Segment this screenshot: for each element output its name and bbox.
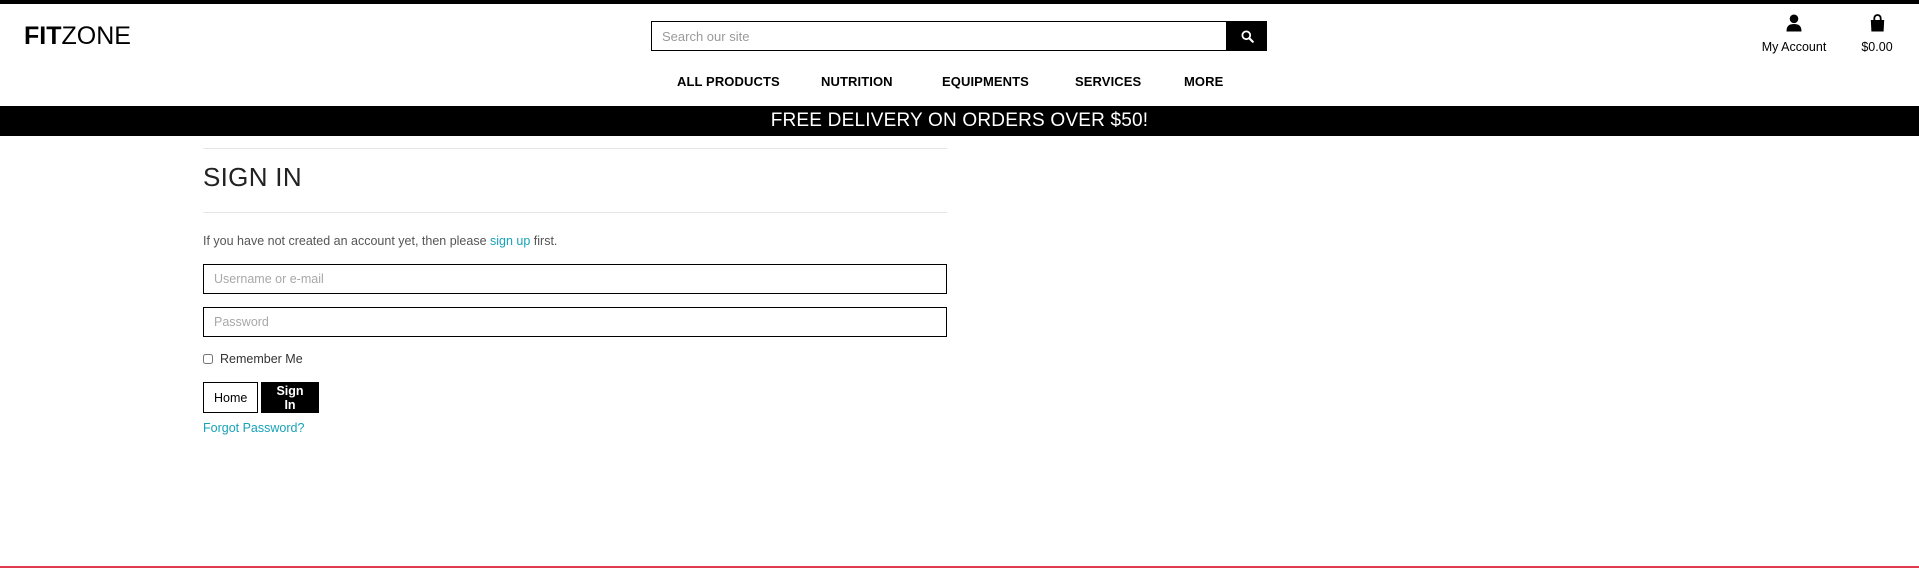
search-input[interactable]: [651, 21, 1227, 51]
shopping-bag-link[interactable]: $0.00: [1852, 14, 1902, 54]
remember-me-checkbox[interactable]: [203, 354, 213, 364]
signup-prompt-end: first.: [530, 234, 558, 248]
user-icon: [1786, 14, 1802, 32]
main-nav: ALL PRODUCTS NUTRITION EQUIPMENTS SERVIC…: [0, 74, 1919, 94]
my-account-link[interactable]: My Account: [1750, 14, 1838, 54]
nav-nutrition[interactable]: NUTRITION: [821, 74, 893, 89]
shopping-bag-icon: [1870, 14, 1884, 32]
search-form: [651, 21, 1267, 51]
nav-services[interactable]: SERVICES: [1075, 74, 1141, 89]
username-field[interactable]: [203, 264, 947, 294]
home-button[interactable]: Home: [203, 382, 258, 413]
top-border: [0, 0, 1919, 4]
search-icon: [1240, 29, 1254, 43]
sign-in-button[interactable]: Sign In: [261, 382, 319, 413]
remember-me[interactable]: Remember Me: [203, 352, 303, 366]
bag-total: $0.00: [1861, 40, 1893, 54]
nav-more[interactable]: MORE: [1184, 74, 1223, 89]
my-account-label: My Account: [1761, 40, 1827, 54]
signup-link[interactable]: sign up: [490, 234, 530, 248]
forgot-password-link[interactable]: Forgot Password?: [203, 421, 304, 435]
search-button[interactable]: [1227, 21, 1267, 51]
signup-prompt-text: If you have not created an account yet, …: [203, 234, 490, 248]
site-logo[interactable]: FITZONE: [24, 21, 131, 51]
nav-equipments[interactable]: EQUIPMENTS: [942, 74, 1029, 89]
page-title: SIGN IN: [203, 162, 302, 192]
password-field[interactable]: [203, 307, 947, 337]
free-delivery-banner: FREE DELIVERY ON ORDERS OVER $50!: [0, 106, 1919, 136]
signup-prompt: If you have not created an account yet, …: [203, 234, 557, 248]
logo-regular-part: ZONE: [61, 22, 131, 50]
divider-bottom: [203, 212, 947, 213]
nav-all-products[interactable]: ALL PRODUCTS: [677, 74, 780, 89]
divider-top: [203, 148, 947, 149]
remember-me-label: Remember Me: [220, 352, 303, 366]
logo-bold-part: FIT: [24, 22, 62, 50]
